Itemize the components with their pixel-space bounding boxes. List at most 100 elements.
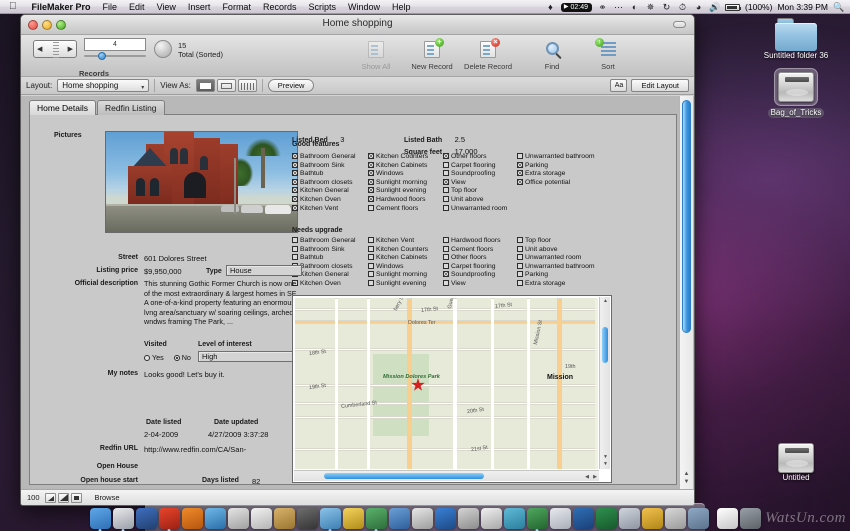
checkbox[interactable] xyxy=(368,237,374,243)
checkbox-row[interactable]: Top floor xyxy=(443,187,507,196)
checkbox[interactable] xyxy=(517,170,523,177)
checkbox-row[interactable]: Parking xyxy=(517,271,595,280)
checkbox[interactable] xyxy=(517,254,523,261)
scroll-down-icon[interactable]: ▼ xyxy=(684,479,690,485)
checkbox-row[interactable]: Kitchen Oven xyxy=(292,195,356,205)
form-view-button[interactable] xyxy=(195,79,215,92)
checkbox[interactable] xyxy=(292,153,298,159)
list-view-button[interactable] xyxy=(216,79,236,92)
edit-layout-button[interactable]: Edit Layout xyxy=(631,79,689,92)
checkbox-row[interactable]: View xyxy=(443,279,501,289)
map-canvas[interactable]: bery St 17th St 17th St Dolores Ter Guer… xyxy=(295,298,598,469)
checkbox[interactable] xyxy=(443,195,449,202)
checkbox-row[interactable]: Kitchen Oven xyxy=(292,279,356,289)
checkbox-row[interactable]: Unit above xyxy=(443,195,507,205)
checkbox[interactable] xyxy=(368,170,374,177)
sort-button[interactable]: ↑ Sort xyxy=(580,38,636,71)
menu-item-scripts[interactable]: Scripts xyxy=(302,0,342,14)
dock-icon-garageband[interactable] xyxy=(480,508,502,529)
audio-meter-icon[interactable]: ⋯ xyxy=(613,2,624,13)
next-record-icon[interactable]: ▶ xyxy=(68,45,73,53)
find-button[interactable]: Find xyxy=(524,38,580,71)
toolbar-toggle-button[interactable] xyxy=(673,21,686,28)
map-vertical-scrollbar[interactable]: ▲ ▼ ▼ xyxy=(599,297,610,469)
checkbox-row[interactable]: Unwarranted bathroom xyxy=(517,153,595,162)
time-machine-icon[interactable]: ⏱ xyxy=(677,2,688,13)
menu-item-edit[interactable]: Edit xyxy=(123,0,151,14)
checkbox[interactable] xyxy=(368,271,374,278)
wifi-icon[interactable]: ◕ xyxy=(693,2,704,12)
checkbox-row[interactable]: Soundproofing xyxy=(443,170,507,179)
checkbox-row[interactable]: Unit above xyxy=(517,245,595,255)
checkbox[interactable] xyxy=(292,161,298,168)
checkbox-row[interactable]: Top floor xyxy=(517,237,595,246)
dock-icon-evernote[interactable] xyxy=(526,508,548,531)
checkbox[interactable] xyxy=(443,254,449,261)
text-format-button[interactable]: Aa xyxy=(610,79,628,92)
checkbox[interactable] xyxy=(517,178,523,185)
checkbox-row[interactable]: Office potential xyxy=(517,178,595,188)
checkbox-row[interactable]: Unwarranted room xyxy=(443,204,507,214)
checkbox[interactable] xyxy=(517,271,523,278)
recording-timer-badge[interactable]: ▶ 02:49 xyxy=(560,2,593,12)
street-value[interactable]: 601 Dolores Street xyxy=(144,254,207,263)
checkbox-row[interactable]: Kitchen Cabinets xyxy=(368,254,428,263)
type-field[interactable]: House xyxy=(226,265,302,276)
record-flip-control[interactable]: ◀ ▶ xyxy=(33,40,77,58)
checkbox-row[interactable]: Kitchen Counters xyxy=(368,245,428,255)
checkbox[interactable] xyxy=(517,262,523,269)
dock-icon-photoshop[interactable] xyxy=(434,508,456,529)
dock-icon-skype[interactable] xyxy=(388,508,410,529)
dock-icon-address-book[interactable] xyxy=(227,508,249,529)
checkbox[interactable] xyxy=(443,161,449,168)
menu-item-insert[interactable]: Insert xyxy=(182,0,217,14)
checkbox[interactable] xyxy=(368,254,374,261)
checkbox-row[interactable]: Carpet flooring xyxy=(443,262,501,272)
menu-item-format[interactable]: Format xyxy=(216,0,257,14)
checkbox-row[interactable]: Cement floors xyxy=(368,204,428,214)
table-view-button[interactable] xyxy=(237,79,257,92)
checkbox[interactable] xyxy=(517,153,523,159)
previous-record-icon[interactable]: ◀ xyxy=(37,45,42,53)
date-listed-value[interactable]: 2-04-2009 xyxy=(144,430,178,439)
checkbox[interactable] xyxy=(368,195,374,202)
scroll-right-icon[interactable]: ▶ xyxy=(593,474,597,480)
dock-icon-app1[interactable] xyxy=(618,508,640,529)
checkbox[interactable] xyxy=(517,237,523,243)
checkbox[interactable] xyxy=(368,161,374,168)
record-slider[interactable] xyxy=(84,52,146,60)
redfin-url-value[interactable]: http://www.redfin.com/CA/San- xyxy=(144,445,246,454)
dock-icon-word[interactable] xyxy=(549,508,571,529)
days-listed-value[interactable]: 82 xyxy=(252,477,260,484)
new-record-button[interactable]: + New Record xyxy=(404,38,460,71)
dock-icon-ical2[interactable] xyxy=(411,508,433,529)
dock-icon-excel[interactable] xyxy=(572,508,594,529)
checkbox-row[interactable]: Sunlight morning xyxy=(368,178,428,188)
checkbox[interactable] xyxy=(368,153,374,159)
checkbox-row[interactable]: Hardwood floors xyxy=(443,237,501,246)
checkbox-row[interactable]: Windows xyxy=(368,170,428,179)
map-container[interactable]: bery St 17th St 17th St Dolores Ter Guer… xyxy=(292,295,612,483)
checkbox-row[interactable]: Cement floors xyxy=(443,245,501,255)
checkbox[interactable] xyxy=(443,279,449,286)
checkbox-row[interactable]: Kitchen General xyxy=(292,187,356,196)
scroll-up-icon[interactable]: ▲ xyxy=(603,298,608,304)
scroll-left-icon[interactable]: ◀ xyxy=(585,474,589,480)
checkbox-row[interactable]: Bathroom closets xyxy=(292,178,356,188)
layout-select[interactable]: Home shopping ▾ xyxy=(57,79,150,92)
checkbox-row[interactable]: Kitchen Cabinets xyxy=(368,161,428,171)
visited-no-radio[interactable] xyxy=(173,355,180,361)
checkbox-row[interactable]: Extra storage xyxy=(517,170,595,179)
toggle-window-icon[interactable] xyxy=(70,492,82,503)
found-set-pie-icon[interactable] xyxy=(154,40,172,58)
menu-item-help[interactable]: Help xyxy=(386,0,417,14)
elephant-icon[interactable]: ♦ xyxy=(545,2,556,12)
dock-icon-itunes[interactable] xyxy=(181,508,203,529)
desktop-icon-untitled[interactable]: Untitled xyxy=(746,443,846,483)
checkbox-row[interactable]: Kitchen Counters xyxy=(368,153,428,162)
map-hscroll-thumb[interactable] xyxy=(324,473,484,479)
dock-icon-dashboard[interactable] xyxy=(319,508,341,531)
date-updated-value[interactable]: 4/27/2009 3:37:28 xyxy=(208,430,268,439)
checkbox-row[interactable]: Sunlight evening xyxy=(368,187,428,196)
menu-item-window[interactable]: Window xyxy=(342,0,386,14)
